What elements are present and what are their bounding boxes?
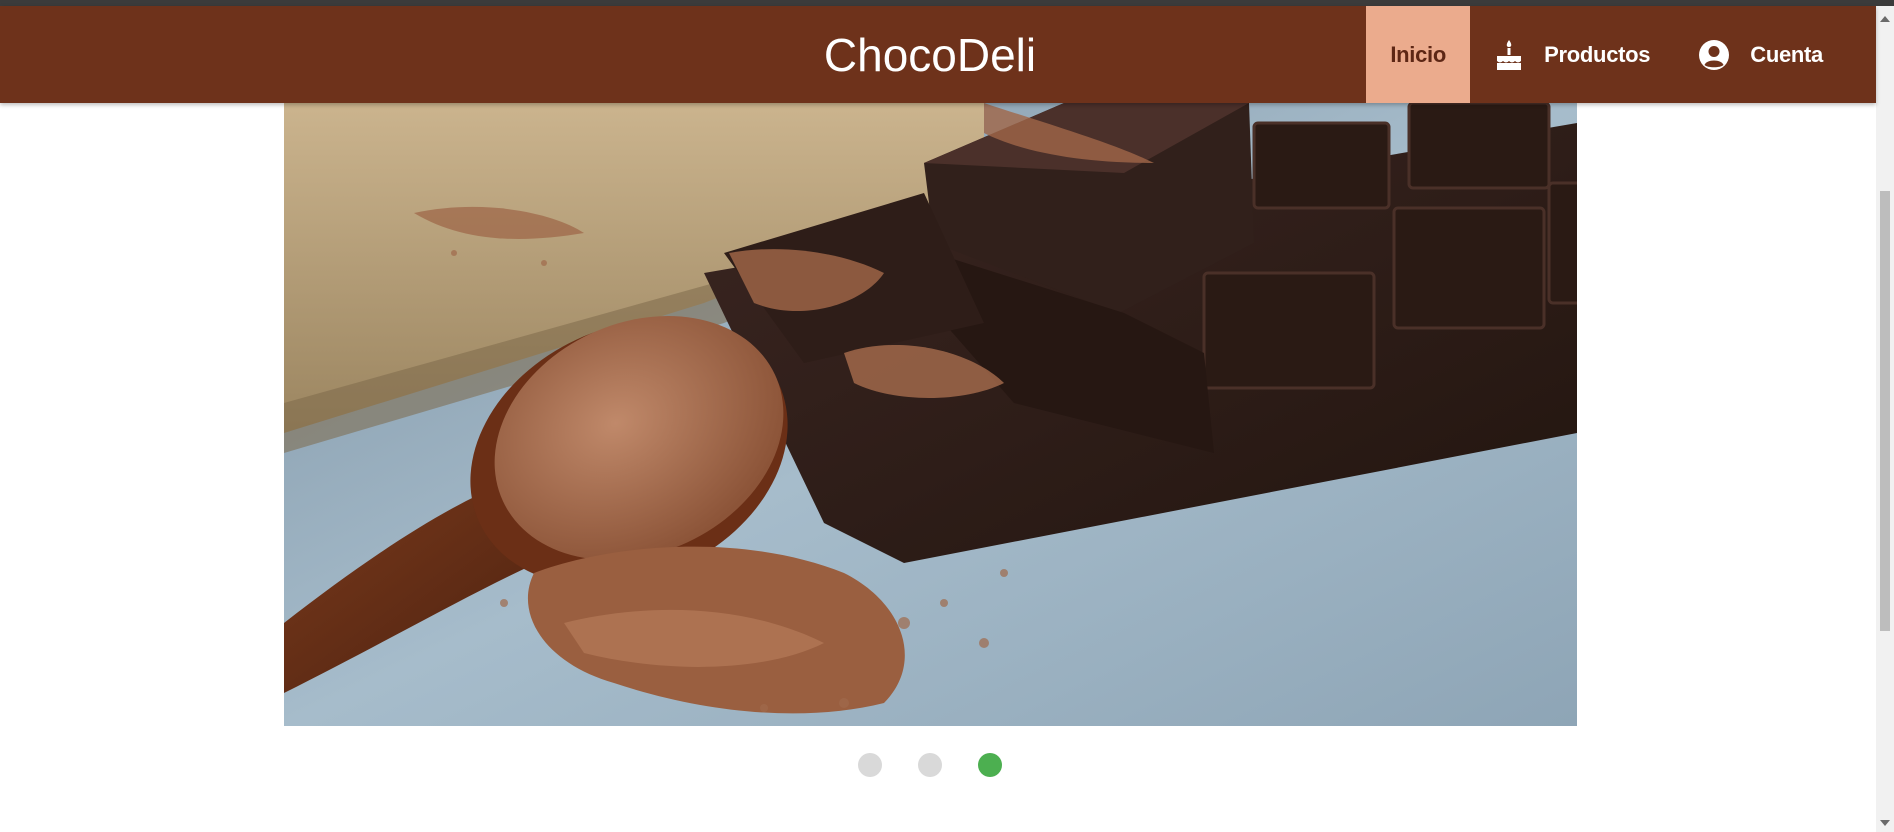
page-scrollbar[interactable] (1876, 6, 1894, 832)
nav-item-label: Cuenta (1750, 41, 1823, 67)
site-header: ChocoDeli Inicio Productos Cuenta (0, 6, 1876, 103)
scroll-down-icon[interactable] (1880, 820, 1890, 826)
scroll-thumb[interactable] (1880, 191, 1890, 631)
hero-carousel (284, 103, 1577, 726)
cake-icon (1494, 39, 1524, 71)
carousel-dot[interactable] (978, 753, 1002, 777)
site-brand[interactable]: ChocoDeli (790, 6, 1070, 103)
nav-item-inicio[interactable]: Inicio (1366, 6, 1471, 103)
user-circle-icon (1698, 39, 1730, 71)
carousel-indicators (858, 753, 1002, 777)
main-nav: Inicio Productos Cuenta (1366, 6, 1876, 103)
carousel-dot[interactable] (918, 753, 942, 777)
carousel-dot[interactable] (858, 753, 882, 777)
carousel-slide-image (284, 103, 1577, 726)
nav-item-productos[interactable]: Productos (1470, 6, 1674, 103)
nav-item-cuenta[interactable]: Cuenta (1674, 6, 1876, 103)
scroll-up-icon[interactable] (1880, 16, 1890, 22)
nav-item-label: Inicio (1390, 41, 1446, 67)
nav-item-label: Productos (1544, 41, 1651, 67)
